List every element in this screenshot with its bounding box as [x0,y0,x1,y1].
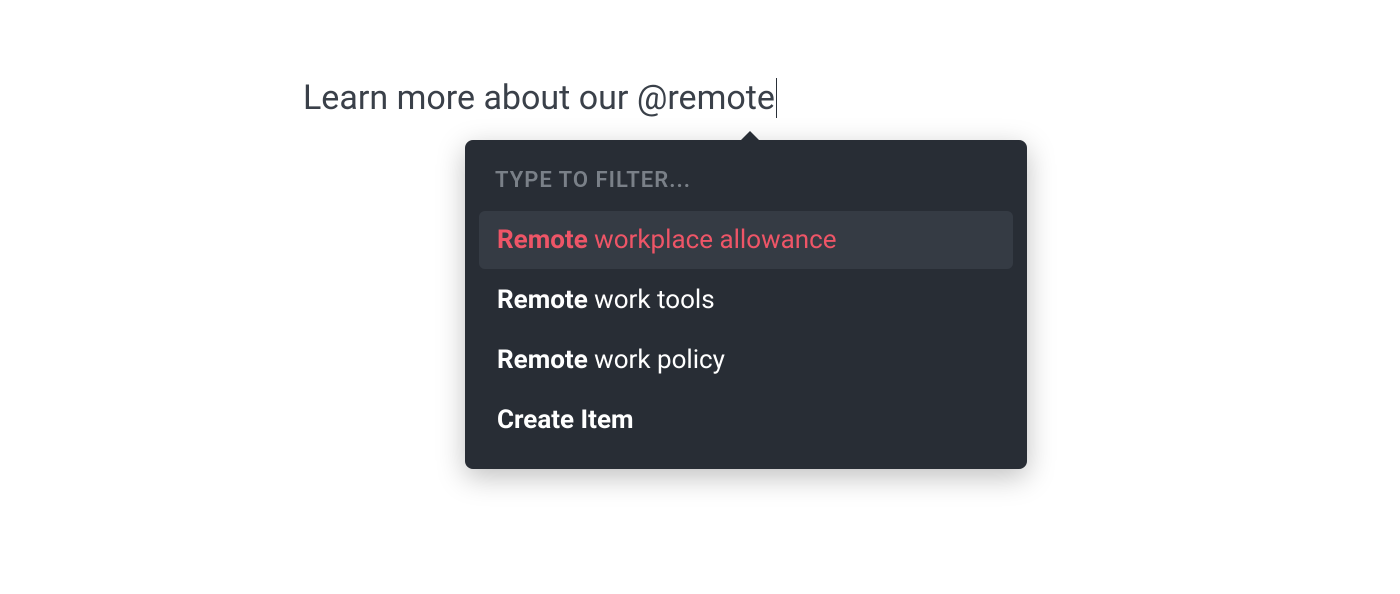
mention-autocomplete-popover: TYPE TO FILTER... Remote workplace allow… [465,140,1027,469]
option-match: Remote [497,285,588,315]
create-item-label: Create Item [497,405,634,435]
editor-input[interactable]: Learn more about our @remote [303,78,777,120]
autocomplete-option-remote-work-tools[interactable]: Remote work tools [479,271,1013,329]
autocomplete-option-remote-workplace-allowance[interactable]: Remote workplace allowance [479,211,1013,269]
option-match: Remote [497,225,588,255]
autocomplete-option-remote-work-policy[interactable]: Remote work policy [479,331,1013,389]
text-cursor [776,78,777,118]
editor-text-prefix: Learn more about our [303,78,637,118]
create-item-option[interactable]: Create Item [479,391,1013,449]
popover-arrow [740,131,760,141]
option-rest: work tools [588,285,715,315]
mention-trigger: @remote [637,78,775,118]
filter-hint-label: TYPE TO FILTER... [479,156,1013,211]
option-rest: workplace allowance [588,225,837,255]
option-rest: work policy [588,345,725,375]
option-match: Remote [497,345,588,375]
